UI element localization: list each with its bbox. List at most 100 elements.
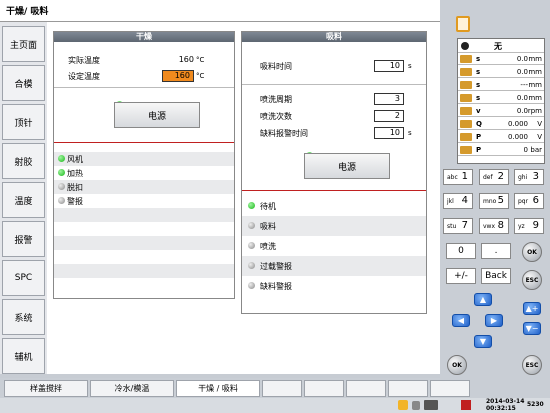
readout-label: s bbox=[476, 81, 481, 89]
key-number: 3 bbox=[532, 171, 539, 182]
esc-button[interactable]: ESC bbox=[522, 270, 542, 290]
tab-empty[interactable] bbox=[388, 380, 428, 397]
key-9[interactable]: yz 9 bbox=[514, 218, 544, 234]
dry-status-row-fan: 风机 bbox=[54, 152, 234, 166]
key-5[interactable]: mno 5 bbox=[479, 193, 509, 209]
standby-label: 待机 bbox=[260, 202, 276, 211]
key-number: 9 bbox=[532, 220, 539, 231]
suck-power-button[interactable]: 电源 bbox=[304, 153, 390, 179]
divider bbox=[54, 142, 234, 143]
actual-temp-label: 实际温度 bbox=[68, 56, 100, 65]
tab-empty[interactable] bbox=[262, 380, 302, 397]
date: 2014-03-14 bbox=[486, 398, 525, 405]
readout-row: P 0.000 V bbox=[458, 132, 544, 143]
tab-dry-suck[interactable]: 干燥 / 吸料 bbox=[176, 380, 260, 397]
dry-status-row-trip: 脱扣 bbox=[54, 180, 234, 194]
trip-label: 脱扣 bbox=[67, 183, 83, 192]
key-4[interactable]: jkl 4 bbox=[443, 193, 473, 209]
main-content: 干燥 实际温度 160 °C 设定温度 160 °C 电源 风机 加热 脱扣 警… bbox=[47, 22, 440, 374]
tab-empty[interactable] bbox=[304, 380, 344, 397]
suck-status-row-overload: 过载警报 bbox=[242, 256, 426, 276]
readout-unit: rpm bbox=[527, 107, 542, 115]
material-alarm-time-unit: s bbox=[408, 129, 412, 137]
person-icon bbox=[461, 42, 469, 50]
key-3[interactable]: ghi 3 bbox=[514, 169, 544, 185]
suck-time-input[interactable]: 10 bbox=[374, 60, 404, 72]
readout-label: s bbox=[476, 68, 481, 76]
key-number: 2 bbox=[497, 171, 504, 182]
set-temp-input[interactable]: 160 bbox=[162, 70, 194, 82]
arrow-up-icon[interactable]: ▲ bbox=[474, 293, 492, 306]
tab-material-mix[interactable]: 样盖搅拌 bbox=[4, 380, 88, 397]
sidebar-item-clamp[interactable]: 合模 bbox=[2, 65, 45, 101]
key-dot[interactable]: . bbox=[481, 243, 511, 259]
decrement-icon[interactable]: ▼− bbox=[523, 322, 541, 335]
key-number: 6 bbox=[532, 195, 539, 206]
readout-row: s 0.0 mm bbox=[458, 54, 544, 65]
key-letters: pqr bbox=[518, 198, 529, 205]
key-back[interactable]: Back bbox=[481, 268, 511, 284]
tab-cooling-mold-temp[interactable]: 冷水/模温 bbox=[90, 380, 174, 397]
key-number: 5 bbox=[497, 195, 504, 206]
status-bar: 2014-03-14 00:32:15 5230 bbox=[0, 398, 550, 413]
wash-cycle-input[interactable]: 3 bbox=[374, 93, 404, 105]
readout-value: 0.0 bbox=[516, 55, 528, 63]
key-6[interactable]: pqr 6 bbox=[514, 193, 544, 209]
key-8[interactable]: vwx 8 bbox=[479, 218, 509, 234]
readout-value: 0.000 bbox=[507, 133, 528, 141]
ok-button[interactable]: OK bbox=[522, 242, 542, 262]
tab-empty[interactable] bbox=[346, 380, 386, 397]
arrow-left-icon[interactable]: ◀ bbox=[452, 314, 470, 327]
material-alarm-time-label: 缺料报警时间 bbox=[260, 129, 308, 138]
readout-row: Q 0.000 V bbox=[458, 119, 544, 130]
readout-row: s 0.0 mm bbox=[458, 67, 544, 78]
arrow-right-icon[interactable]: ▶ bbox=[485, 314, 503, 327]
key-letters: def bbox=[483, 174, 493, 181]
key-2[interactable]: def 2 bbox=[479, 169, 509, 185]
key-1[interactable]: abc 1 bbox=[443, 169, 473, 185]
sidebar-item-home[interactable]: 主页面 bbox=[2, 26, 45, 62]
injection-icon bbox=[460, 94, 472, 102]
heat-led bbox=[58, 169, 65, 176]
suck-status-row-shortage: 缺料警报 bbox=[242, 276, 426, 296]
overload-label: 过载警报 bbox=[260, 262, 292, 271]
key-letters: jkl bbox=[447, 198, 454, 205]
readout-unit: mm bbox=[528, 81, 542, 89]
key-plus-minus[interactable]: +/- bbox=[446, 268, 476, 284]
readout-unit: mm bbox=[528, 94, 542, 102]
readout-value: 0.0 bbox=[516, 107, 528, 115]
sidebar-item-temperature[interactable]: 温度 bbox=[2, 182, 45, 218]
divider bbox=[54, 87, 234, 88]
wash-led bbox=[248, 242, 255, 249]
readout-row: P 0 bar bbox=[458, 145, 544, 156]
increment-icon[interactable]: ▲+ bbox=[523, 302, 541, 315]
material-alarm-time-input[interactable]: 10 bbox=[374, 127, 404, 139]
esc-button-secondary[interactable]: ESC bbox=[522, 355, 542, 375]
key-0[interactable]: 0 bbox=[446, 243, 476, 259]
sidebar-item-auxiliary[interactable]: 辅机 bbox=[2, 338, 45, 374]
sidebar-item-injection[interactable]: 射胶 bbox=[2, 143, 45, 179]
suck-time-unit: s bbox=[408, 62, 412, 70]
sidebar-item-spc[interactable]: SPC bbox=[2, 260, 45, 296]
ok-button-secondary[interactable]: OK bbox=[447, 355, 467, 375]
time: 00:32:15 bbox=[486, 405, 516, 412]
readout-label: s bbox=[476, 94, 481, 102]
key-number: 4 bbox=[461, 195, 468, 206]
readout-value: 0.0 bbox=[516, 94, 528, 102]
ejector-icon bbox=[460, 68, 472, 76]
dry-power-button[interactable]: 电源 bbox=[114, 102, 200, 128]
status-readout-table: 无 s 0.0 mm s 0.0 mm s --- mm s 0.0 mm v 0.0 rpm Q0… bbox=[457, 38, 545, 164]
tab-empty[interactable] bbox=[430, 380, 470, 397]
wash-count-input[interactable]: 2 bbox=[374, 110, 404, 122]
key-7[interactable]: stu 7 bbox=[443, 218, 473, 234]
sidebar-item-ejector[interactable]: 顶针 bbox=[2, 104, 45, 140]
arrow-down-icon[interactable]: ▼ bbox=[474, 335, 492, 348]
actual-temp-unit: °C bbox=[196, 56, 205, 64]
sidebar-item-alarm[interactable]: 报警 bbox=[2, 221, 45, 257]
readout-header-text: 无 bbox=[494, 42, 502, 51]
readout-label: P bbox=[476, 133, 482, 141]
alarm-led bbox=[58, 197, 65, 204]
sidebar-item-system[interactable]: 系统 bbox=[2, 299, 45, 335]
readout-label: Q bbox=[476, 120, 482, 128]
wash-cycle-label: 喷洗周期 bbox=[260, 95, 292, 104]
